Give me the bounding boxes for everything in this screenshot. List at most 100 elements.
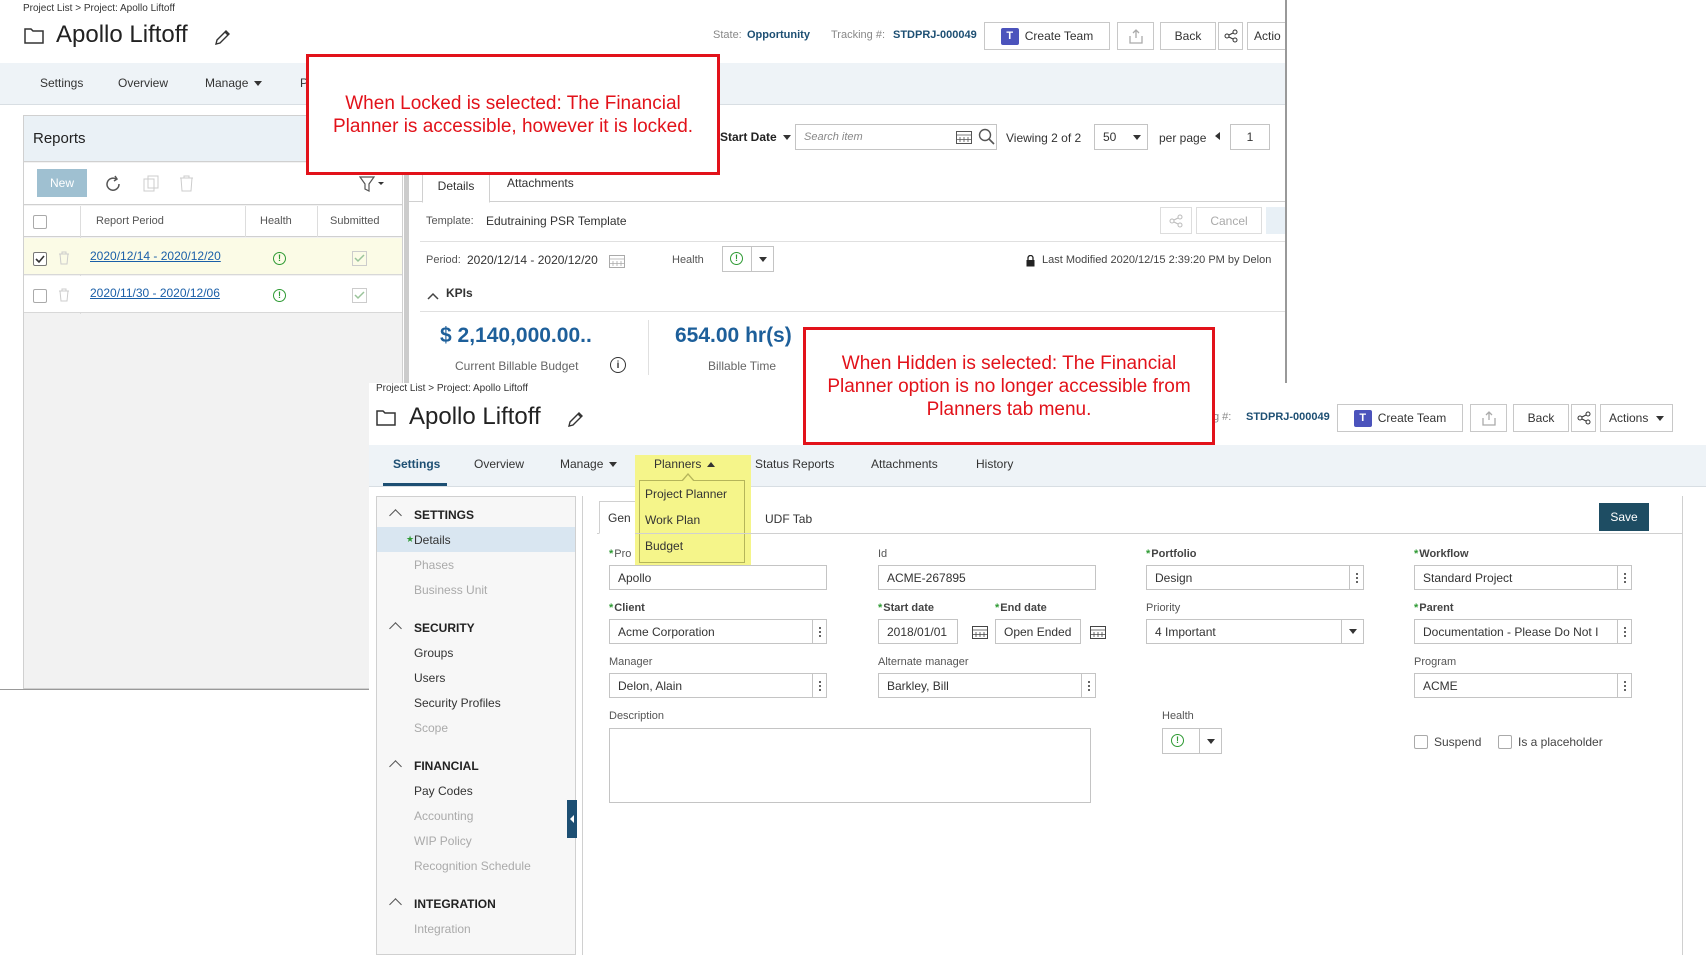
- sidebar-heading-financial[interactable]: FINANCIAL: [414, 759, 479, 773]
- share-button[interactable]: [1218, 22, 1243, 50]
- sidebar-item-wip-policy[interactable]: WIP Policy: [414, 834, 472, 848]
- save-button[interactable]: Save: [1599, 503, 1649, 531]
- row-delete-icon[interactable]: [58, 288, 70, 302]
- col-header-health[interactable]: Health: [260, 215, 292, 227]
- sidebar-item-phases[interactable]: Phases: [414, 558, 454, 572]
- client-field[interactable]: Acme Corporation: [609, 619, 827, 644]
- cancel-button[interactable]: Cancel: [1196, 207, 1262, 234]
- more-options-icon[interactable]: [1617, 566, 1631, 589]
- tab-manage[interactable]: Manage: [560, 457, 618, 471]
- sidebar-item-groups[interactable]: Groups: [414, 646, 453, 660]
- sidebar-heading-integration[interactable]: INTEGRATION: [414, 897, 496, 911]
- share-button[interactable]: [1571, 404, 1596, 432]
- more-options-icon[interactable]: [1081, 674, 1095, 697]
- page-number-input[interactable]: 1: [1230, 124, 1270, 150]
- suspend-checkbox[interactable]: [1414, 735, 1428, 749]
- select-all-checkbox[interactable]: [33, 215, 47, 229]
- row-delete-icon[interactable]: [58, 251, 70, 265]
- col-header-period[interactable]: Report Period: [96, 215, 164, 227]
- detail-tab-attachments[interactable]: Attachments: [507, 176, 574, 190]
- sidebar-item-accounting[interactable]: Accounting: [414, 809, 473, 823]
- sidebar-item-details[interactable]: Details: [414, 533, 451, 547]
- create-team-button[interactable]: T Create Team: [984, 22, 1110, 50]
- calendar-icon[interactable]: [956, 129, 972, 144]
- more-options-icon[interactable]: [812, 674, 826, 697]
- tab-planners[interactable]: Planners: [654, 457, 716, 471]
- sidebar-heading-security[interactable]: SECURITY: [414, 621, 475, 635]
- priority-select[interactable]: 4 Important: [1146, 619, 1364, 644]
- tab-settings[interactable]: Settings: [393, 457, 440, 471]
- tab-overview[interactable]: Overview: [474, 457, 524, 471]
- filter-icon[interactable]: [359, 176, 385, 192]
- sidebar-item-business-unit[interactable]: Business Unit: [414, 583, 487, 597]
- tab-history[interactable]: History: [976, 457, 1013, 471]
- breadcrumb[interactable]: Project List > Project: Apollo Liftoff: [23, 3, 175, 14]
- search-icon[interactable]: [978, 128, 995, 145]
- actions-button[interactable]: Actio: [1247, 22, 1285, 50]
- tab-attachments[interactable]: Attachments: [871, 457, 938, 471]
- new-report-button[interactable]: New: [37, 169, 87, 197]
- row-checkbox[interactable]: [33, 252, 47, 266]
- sidebar-heading-settings[interactable]: SETTINGS: [414, 508, 474, 522]
- tab-settings[interactable]: Settings: [40, 76, 83, 90]
- more-options-icon[interactable]: [812, 620, 826, 643]
- placeholder-checkbox[interactable]: [1498, 735, 1512, 749]
- sidebar-item-pay-codes[interactable]: Pay Codes: [414, 784, 473, 798]
- more-options-icon[interactable]: [1349, 566, 1363, 589]
- edit-pencil-icon[interactable]: [214, 29, 231, 46]
- back-button[interactable]: Back: [1160, 22, 1216, 50]
- detail-share-icon[interactable]: [1160, 207, 1192, 234]
- kpis-heading[interactable]: KPIs: [446, 286, 473, 300]
- description-textarea[interactable]: [609, 728, 1091, 803]
- calendar-icon[interactable]: [1090, 624, 1106, 639]
- end-date-field[interactable]: Open Ended: [995, 619, 1081, 644]
- refresh-icon[interactable]: [104, 175, 122, 193]
- copy-icon[interactable]: [143, 175, 159, 192]
- more-options-icon[interactable]: [1617, 674, 1631, 697]
- form-tab-general[interactable]: Gen: [599, 501, 635, 534]
- tab-status-reports[interactable]: Status Reports: [755, 457, 834, 471]
- row-checkbox[interactable]: [33, 289, 47, 303]
- portfolio-field[interactable]: Design: [1146, 565, 1364, 590]
- more-options-icon[interactable]: [1617, 620, 1631, 643]
- prev-page-icon[interactable]: [1215, 132, 1220, 140]
- delete-icon[interactable]: [179, 175, 194, 192]
- alt-manager-field[interactable]: Barkley, Bill: [878, 673, 1096, 698]
- sidebar-item-scope[interactable]: Scope: [414, 721, 448, 735]
- program-field[interactable]: ACME: [1414, 673, 1632, 698]
- actions-button[interactable]: Actions: [1600, 404, 1673, 432]
- sidebar-item-security-profiles[interactable]: Security Profiles: [414, 696, 501, 710]
- start-date-field[interactable]: 2018/01/01: [878, 619, 958, 644]
- share-export-button[interactable]: [1117, 22, 1154, 50]
- collapse-sidebar-handle[interactable]: [567, 800, 577, 838]
- report-period-link[interactable]: 2020/11/30 - 2020/12/06: [90, 286, 220, 300]
- sidebar-item-users[interactable]: Users: [414, 671, 445, 685]
- manager-field[interactable]: Delon, Alain: [609, 673, 827, 698]
- col-header-submitted[interactable]: Submitted: [330, 215, 380, 227]
- search-placeholder: Search item: [804, 131, 863, 143]
- project-name-field[interactable]: Apollo: [609, 565, 827, 590]
- health-select[interactable]: !: [1162, 728, 1222, 754]
- tab-manage[interactable]: Manage: [205, 76, 263, 90]
- create-team-button[interactable]: T Create Team: [1337, 404, 1463, 432]
- edit-pencil-icon[interactable]: [567, 411, 584, 428]
- info-icon[interactable]: i: [610, 357, 626, 373]
- breadcrumb[interactable]: Project List > Project: Apollo Liftoff: [376, 383, 528, 394]
- parent-field[interactable]: Documentation - Please Do Not I: [1414, 619, 1632, 644]
- share-export-button[interactable]: [1470, 404, 1507, 432]
- sidebar-item-integration[interactable]: Integration: [414, 922, 471, 936]
- kpis-chevron-icon[interactable]: [427, 292, 439, 300]
- workflow-field[interactable]: Standard Project: [1414, 565, 1632, 590]
- sidebar-item-recognition-schedule[interactable]: Recognition Schedule: [414, 859, 531, 873]
- form-tab-udf[interactable]: UDF Tab: [765, 512, 812, 526]
- form-right-border: [1682, 496, 1683, 955]
- health-select[interactable]: !: [722, 246, 774, 272]
- sort-dropdown[interactable]: Start Date: [720, 130, 791, 144]
- per-page-select[interactable]: 50: [1094, 124, 1148, 150]
- calendar-icon[interactable]: [972, 624, 988, 639]
- report-period-link[interactable]: 2020/12/14 - 2020/12/20: [90, 249, 221, 263]
- back-button[interactable]: Back: [1513, 404, 1569, 432]
- id-field[interactable]: ACME-267895: [878, 565, 1096, 590]
- tab-overview[interactable]: Overview: [118, 76, 168, 90]
- detail-save-button-partial[interactable]: [1266, 207, 1285, 234]
